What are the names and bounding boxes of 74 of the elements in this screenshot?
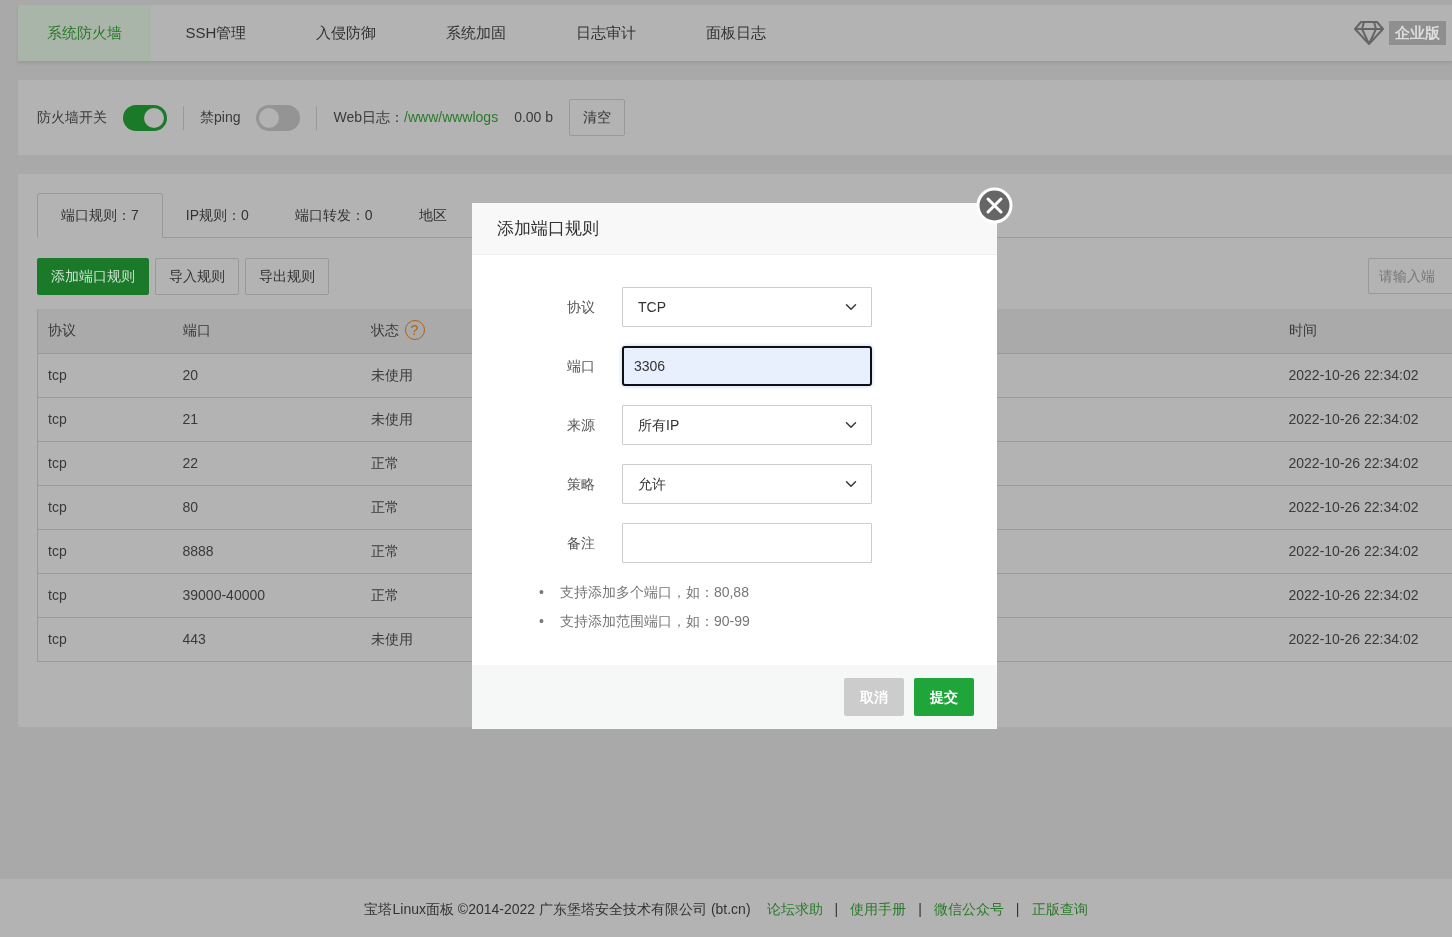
- copyright-text: 宝塔Linux面板 ©2014-2022 广东堡塔安全技术有限公司 (bt.cn): [364, 899, 751, 919]
- table-cell: tcp: [48, 542, 67, 559]
- field-label: 协议: [567, 297, 596, 317]
- nav-tab[interactable]: 入侵防御: [281, 5, 411, 61]
- web-log-label: Web日志：: [333, 108, 404, 127]
- dialog-title: 添加端口规则: [472, 203, 997, 255]
- submit-button[interactable]: 提交: [914, 678, 974, 716]
- select-field[interactable]: 所有IP: [622, 405, 872, 445]
- bullet-text: •: [539, 612, 544, 631]
- table-cell: tcp: [48, 498, 67, 515]
- field-label: 来源: [567, 415, 596, 435]
- table-cell: 正常: [370, 542, 399, 559]
- table-cell: 20: [182, 366, 199, 383]
- clear-button[interactable]: 清空: [569, 99, 626, 136]
- hint-text: 支持添加多个端口，如：80,88: [559, 583, 749, 602]
- toggle-switch[interactable]: [256, 104, 301, 131]
- table-cell: 80: [182, 498, 199, 515]
- field-label: 备注: [567, 533, 596, 553]
- table-cell: 2022-10-26 22:34:02: [1288, 586, 1419, 603]
- select-field[interactable]: TCP: [622, 287, 872, 327]
- nav-tab[interactable]: 日志审计: [541, 5, 671, 61]
- hint-text: 支持添加范围端口，如：90-99: [559, 612, 750, 631]
- table-cell: tcp: [48, 630, 67, 647]
- table-cell: 2022-10-26 22:34:02: [1288, 366, 1419, 383]
- input-field[interactable]: [622, 523, 872, 563]
- table-cell: 8888: [182, 542, 214, 559]
- action-button[interactable]: 导出规则: [245, 257, 329, 295]
- table-cell: 2022-10-26 22:34:02: [1288, 542, 1419, 559]
- table-cell: 22: [182, 454, 199, 471]
- field-label: 策略: [567, 474, 596, 494]
- nav-tab[interactable]: 系统加固: [411, 5, 541, 61]
- table-cell: 2022-10-26 22:34:02: [1288, 630, 1419, 647]
- table-cell: 443: [182, 630, 206, 647]
- field-label: 端口: [567, 356, 596, 376]
- column-header: 端口: [182, 322, 211, 339]
- table-cell: 2022-10-26 22:34:02: [1288, 454, 1419, 471]
- table-cell: 正常: [370, 498, 399, 515]
- rule-tab[interactable]: 端口转发：0: [271, 193, 396, 238]
- log-size-text: 0.00 b: [514, 108, 554, 127]
- nav-tab[interactable]: 面板日志: [671, 5, 801, 61]
- separator-text: |: [918, 899, 922, 919]
- table-cell: 未使用: [370, 410, 413, 427]
- switch-label: 防火墙开关: [37, 108, 107, 127]
- table-cell: tcp: [48, 366, 67, 383]
- switch-label: 禁ping: [200, 108, 241, 127]
- table-cell: 未使用: [370, 630, 413, 647]
- action-button[interactable]: 导入规则: [155, 257, 239, 295]
- bullet-text: •: [539, 583, 544, 602]
- diamond-icon: [1353, 20, 1385, 46]
- select-field[interactable]: 允许: [622, 464, 872, 504]
- nav-tab[interactable]: SSH管理: [151, 5, 281, 61]
- close-icon[interactable]: [976, 187, 1013, 224]
- column-header: 状态: [370, 322, 399, 339]
- table-cell: 2022-10-26 22:34:02: [1288, 410, 1419, 427]
- column-header: 时间: [1288, 322, 1317, 339]
- table-cell: tcp: [48, 410, 67, 427]
- table-cell: 39000-40000: [182, 586, 266, 603]
- table-cell: 正常: [370, 454, 399, 471]
- table-cell: tcp: [48, 454, 67, 471]
- table-cell: tcp: [48, 586, 67, 603]
- separator-text: |: [1015, 899, 1020, 919]
- rule-tab[interactable]: 端口规则：7: [37, 193, 163, 238]
- table-cell: 21: [182, 410, 199, 427]
- table-cell: 正常: [370, 586, 399, 603]
- column-header: 协议: [48, 322, 76, 339]
- table-cell: 未使用: [370, 366, 413, 383]
- separator-text: |: [834, 899, 839, 919]
- search-field[interactable]: 请输入端: [1368, 258, 1452, 294]
- table-cell: 2022-10-26 22:34:02: [1288, 498, 1419, 515]
- action-button[interactable]: 添加端口规则: [37, 257, 149, 295]
- input-field[interactable]: 3306: [622, 346, 872, 386]
- toggle-switch[interactable]: [123, 104, 167, 131]
- rule-tab[interactable]: IP规则：0: [162, 193, 272, 238]
- rule-tab[interactable]: 地区: [395, 193, 470, 238]
